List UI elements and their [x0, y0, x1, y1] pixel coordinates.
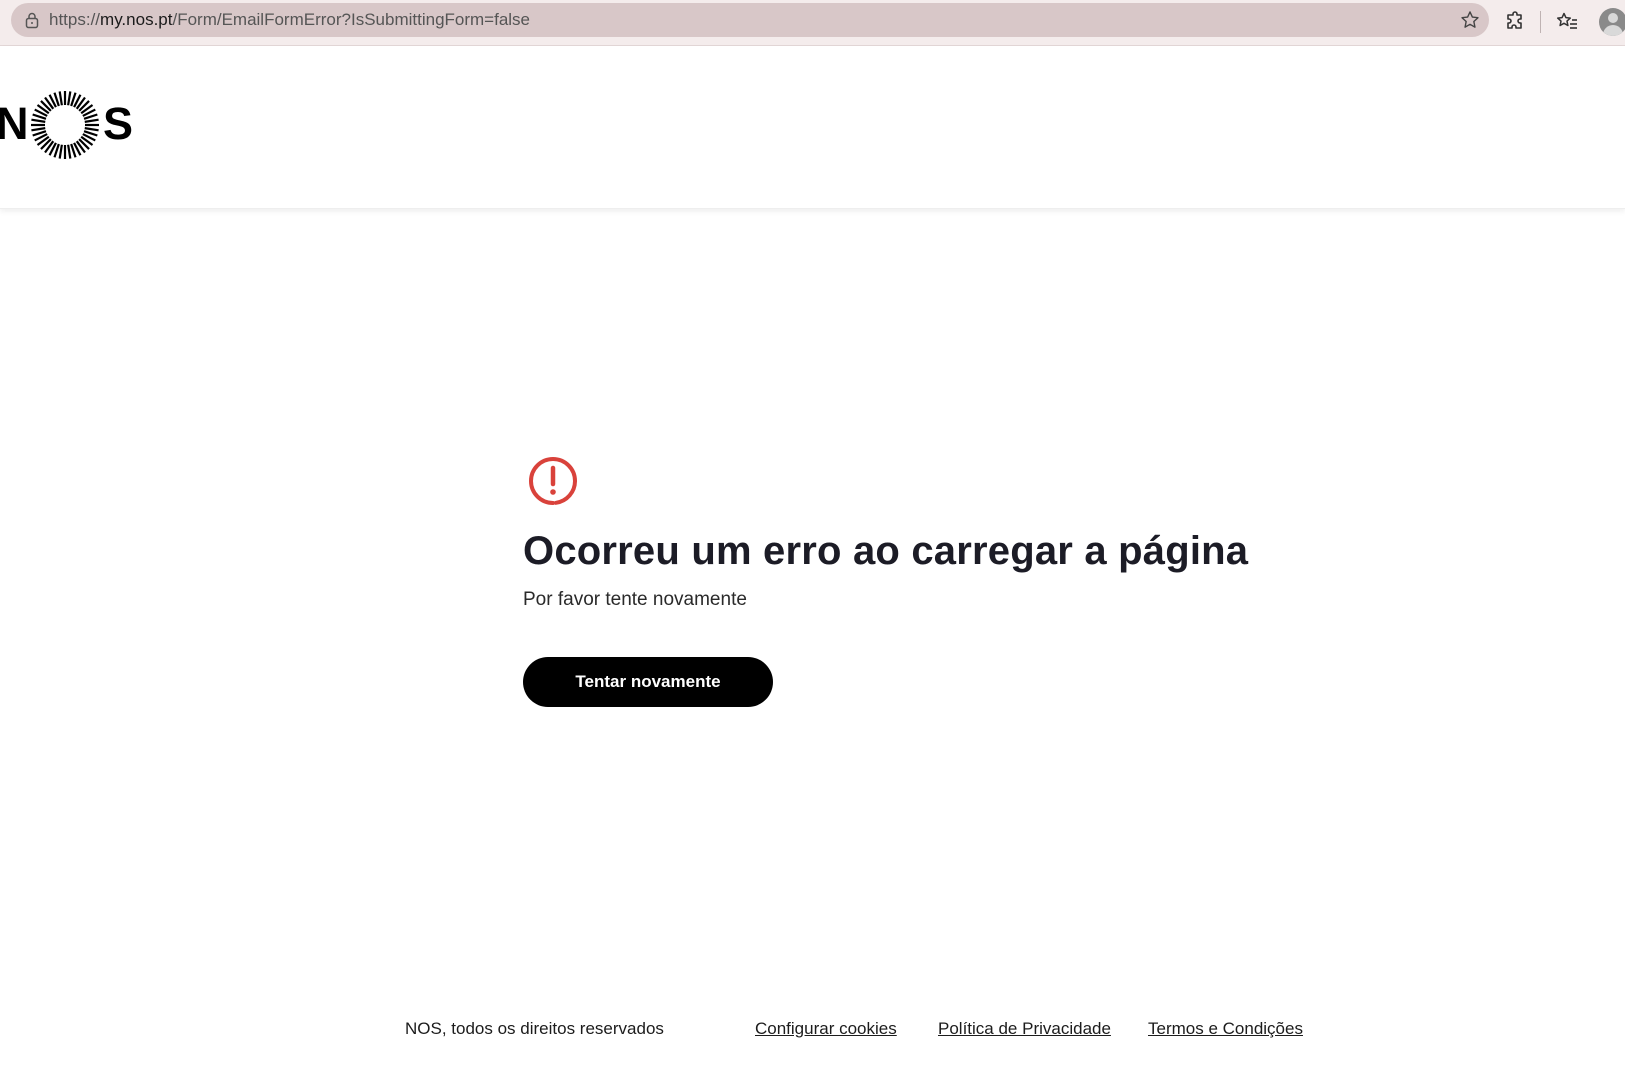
- site-header: N S: [0, 46, 1625, 209]
- nos-logo[interactable]: N S: [0, 89, 136, 159]
- logo-letter-n: N: [0, 98, 29, 149]
- logo-ray: [58, 144, 63, 159]
- logo-ray: [84, 118, 99, 123]
- logo-ray: [67, 144, 72, 159]
- logo-ray: [58, 91, 63, 106]
- url-prefix: https://: [49, 10, 101, 29]
- logo-ray: [84, 127, 99, 132]
- lock-icon[interactable]: [23, 11, 41, 29]
- logo-ray: [31, 127, 46, 132]
- puzzle-icon[interactable]: [1504, 10, 1528, 34]
- logo-ray: [67, 91, 72, 106]
- browser-toolbar: https://my.nos.pt/Form/EmailFormError?Is…: [0, 0, 1625, 46]
- avatar-body: [1603, 25, 1623, 36]
- footer: NOS, todos os direitos reservados Config…: [0, 1015, 1625, 1045]
- exclamation-circle-icon: [529, 457, 577, 505]
- avatar-head: [1608, 13, 1618, 23]
- footer-link-privacy[interactable]: Política de Privacidade: [938, 1019, 1111, 1039]
- footer-link-cookies[interactable]: Configurar cookies: [755, 1019, 897, 1039]
- url-host: my.nos.pt: [100, 10, 173, 29]
- error-title: Ocorreu um erro ao carregar a página: [523, 529, 1249, 573]
- logo-ray: [31, 118, 46, 123]
- address-bar[interactable]: https://my.nos.pt/Form/EmailFormError?Is…: [11, 3, 1489, 37]
- footer-copyright: NOS, todos os direitos reservados: [405, 1019, 664, 1038]
- retry-button[interactable]: Tentar novamente: [523, 657, 773, 707]
- url-text[interactable]: https://my.nos.pt/Form/EmailFormError?Is…: [49, 10, 530, 30]
- logo-letter-s: S: [103, 98, 134, 149]
- profile-avatar-icon[interactable]: [1599, 8, 1625, 36]
- logo-sunburst-icon: [31, 91, 99, 159]
- url-path: /Form/EmailFormError?IsSubmittingForm=fa…: [172, 10, 531, 29]
- favorites-icon[interactable]: [1555, 10, 1579, 34]
- star-icon[interactable]: [1459, 9, 1481, 31]
- toolbar-divider: [1540, 11, 1541, 33]
- footer-link-terms[interactable]: Termos e Condições: [1148, 1019, 1303, 1039]
- error-subtitle: Por favor tente novamente: [523, 589, 747, 610]
